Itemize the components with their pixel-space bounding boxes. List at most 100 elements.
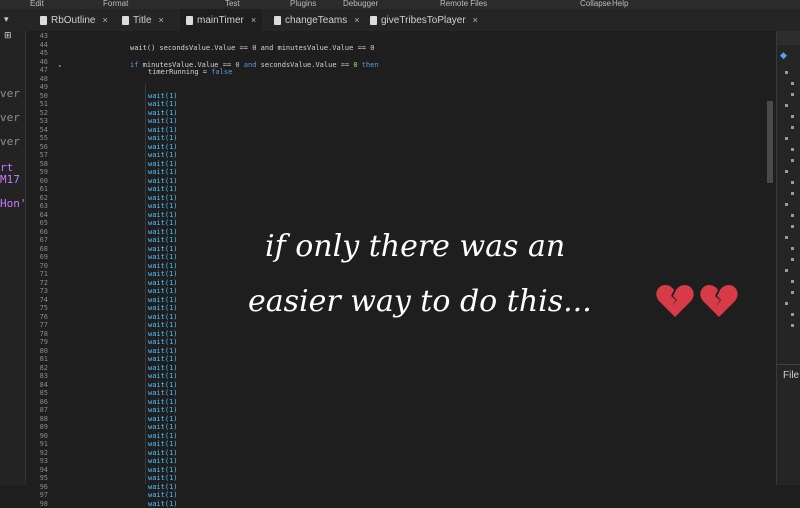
tab-rboutline[interactable]: RbOutline ×: [40, 9, 108, 31]
line-number: 82: [39, 363, 48, 372]
code-line: wait(1): [148, 117, 178, 125]
tab-maintimer[interactable]: mainTimer ×: [180, 9, 263, 31]
tree-expander-icon[interactable]: [791, 324, 794, 327]
line-number: 75: [39, 304, 48, 312]
panel-header: [777, 31, 800, 45]
tab-label: changeTeams: [285, 14, 348, 26]
close-icon[interactable]: ×: [473, 15, 478, 25]
tree-expander-icon[interactable]: [791, 258, 794, 261]
code-line: wait(1): [148, 100, 178, 108]
scrollbar-thumb[interactable]: [767, 101, 773, 183]
line-number: 86: [39, 397, 48, 406]
line-number: 97: [39, 491, 48, 499]
menu-item[interactable]: Edit: [30, 0, 44, 8]
code-text: secondsValue.Value ==: [260, 61, 354, 69]
tree-expander-icon[interactable]: [791, 82, 794, 85]
tab-changeteams[interactable]: changeTeams ×: [274, 9, 360, 31]
close-icon[interactable]: ×: [251, 15, 256, 25]
menu-item[interactable]: Format: [103, 0, 128, 8]
line-number: 49: [39, 83, 48, 91]
code-line: wait(1): [148, 236, 178, 244]
code-line: wait(1): [148, 278, 178, 287]
menu-item[interactable]: Plugins: [290, 0, 316, 8]
overlay-line-2: easier way to do this...: [248, 284, 592, 319]
tree-expander-icon[interactable]: [785, 137, 788, 140]
code-line: wait(1): [148, 304, 178, 312]
line-number: 45: [39, 49, 48, 57]
indent-guide: [145, 84, 146, 484]
tree-expander-icon[interactable]: [791, 313, 794, 316]
script-icon: [40, 15, 47, 25]
close-icon[interactable]: ×: [159, 15, 164, 25]
line-number: 48: [39, 74, 48, 83]
tree-expander-icon[interactable]: [791, 159, 794, 162]
code-line: wait(1): [148, 270, 178, 278]
dropdown-icon[interactable]: ▾: [4, 15, 9, 25]
menu-item[interactable]: Debugger: [343, 0, 378, 8]
tree-expander-icon[interactable]: [791, 225, 794, 228]
tree-expander-icon[interactable]: [791, 214, 794, 217]
broken-heart-emojis: [655, 284, 743, 324]
line-number: 70: [39, 261, 48, 270]
line-number: 43: [39, 32, 48, 40]
menu-item[interactable]: Remote Files: [440, 0, 487, 8]
tree-expander-icon[interactable]: [791, 192, 794, 195]
line-number: 60: [39, 176, 48, 185]
tree-expander-icon[interactable]: [785, 104, 788, 107]
line-number: 90: [39, 431, 48, 440]
line-number: 56: [39, 142, 48, 151]
code-line: wait(1): [148, 287, 178, 295]
tree-expander-icon[interactable]: [791, 247, 794, 250]
tree-expander-icon[interactable]: [785, 203, 788, 206]
tree-expander-icon[interactable]: [791, 148, 794, 151]
code-line: wait(1): [148, 168, 178, 176]
line-number: 85: [39, 389, 48, 397]
tree-expander-icon[interactable]: [791, 126, 794, 129]
menu-item[interactable]: Collapse: [580, 0, 611, 8]
tree-expander-icon[interactable]: [791, 291, 794, 294]
menu-item[interactable]: Test: [225, 0, 240, 8]
line-number: 83: [39, 372, 48, 380]
code-line: wait(1): [148, 176, 178, 185]
line-number: 79: [39, 338, 48, 346]
script-icon: [122, 15, 129, 25]
close-icon[interactable]: ×: [354, 15, 359, 25]
tree-expander-icon[interactable]: [791, 115, 794, 118]
line-number: 84: [39, 380, 48, 389]
keyword: if: [130, 61, 139, 69]
line-number: 80: [39, 346, 48, 355]
tree-expander-icon[interactable]: [785, 236, 788, 239]
tree-expander-icon[interactable]: [791, 181, 794, 184]
code-line: wait(1): [148, 261, 178, 270]
tree-expander-icon[interactable]: [785, 71, 788, 74]
tab-title[interactable]: Title ×: [122, 9, 164, 31]
tree-expander-icon[interactable]: [791, 280, 794, 283]
pin-icon[interactable]: ⊞: [4, 31, 12, 41]
code-text: timerRunning =: [148, 68, 212, 76]
tab-givetribestoplayer[interactable]: giveTribesToPlayer ×: [370, 9, 478, 31]
tab-label: mainTimer: [197, 14, 244, 26]
script-icon: [274, 15, 281, 25]
panel-label: File: [783, 370, 800, 381]
tree-expander-icon[interactable]: [791, 93, 794, 96]
tree-node-icon[interactable]: ◆: [780, 51, 787, 61]
line-number: 61: [39, 185, 48, 193]
code-line: wait(1): [148, 389, 178, 397]
tree-expander-icon[interactable]: [785, 170, 788, 173]
tree-expander-icon[interactable]: [785, 269, 788, 272]
code-line: wait(1): [148, 355, 178, 363]
code-line: wait(1): [148, 380, 178, 389]
code-line: wait(1): [148, 329, 178, 338]
vertical-scrollbar[interactable]: [764, 31, 776, 485]
overlay-line-1: if only there was an: [265, 229, 566, 264]
menu-item[interactable]: Help: [612, 0, 628, 8]
line-number: 98: [39, 499, 48, 508]
line-number: 91: [39, 440, 48, 448]
keyword: then: [361, 61, 379, 69]
tab-label: giveTribesToPlayer: [381, 14, 466, 26]
close-icon[interactable]: ×: [102, 15, 107, 25]
line-number: 74: [39, 295, 48, 304]
script-icon: [186, 15, 193, 25]
line-number: 68: [39, 244, 48, 253]
tree-expander-icon[interactable]: [785, 302, 788, 305]
